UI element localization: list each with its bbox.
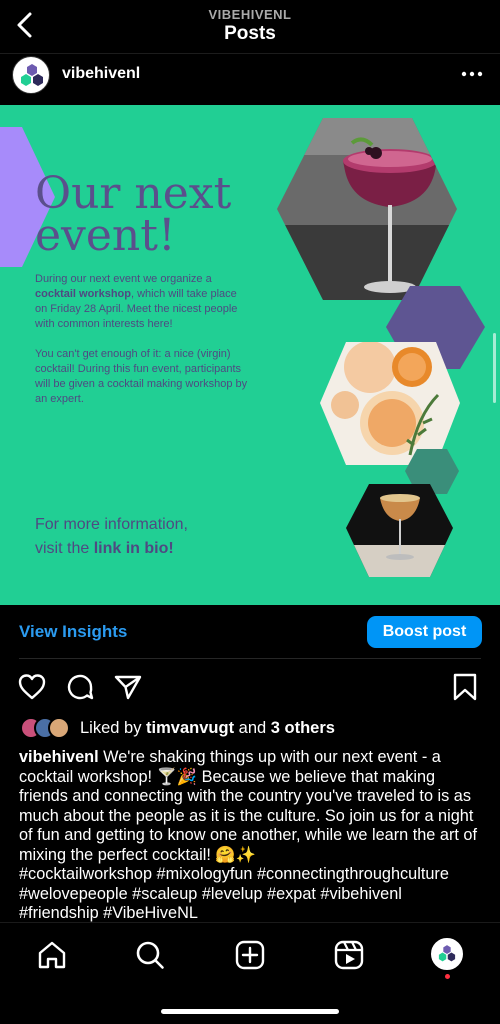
more-info-text: For more information, visit the link in … xyxy=(35,516,188,557)
notification-dot xyxy=(445,974,450,979)
heart-icon[interactable] xyxy=(17,672,47,702)
insights-row: View Insights Boost post xyxy=(0,606,500,658)
liker-avatars[interactable] xyxy=(20,717,76,739)
divider xyxy=(19,658,481,659)
create-icon[interactable] xyxy=(234,939,266,971)
home-indicator xyxy=(161,1009,339,1014)
post-actions xyxy=(0,670,500,706)
post-image[interactable]: Our next event! During our next event we… xyxy=(0,105,500,605)
post-header: vibehivenl xyxy=(0,54,500,104)
home-icon[interactable] xyxy=(36,939,68,971)
header-username: VIBEHIVENL xyxy=(208,7,292,22)
profile-avatar[interactable] xyxy=(431,938,463,970)
bottom-nav xyxy=(0,922,500,1024)
account-name[interactable]: vibehivenl xyxy=(62,65,140,83)
event-title: Our next event! xyxy=(35,168,232,261)
likes-text[interactable]: Liked by timvanvugt and 3 others xyxy=(80,719,335,738)
search-icon[interactable] xyxy=(134,939,166,971)
comment-icon[interactable] xyxy=(65,672,95,702)
cocktail-photo-3 xyxy=(346,484,453,577)
avatar[interactable] xyxy=(12,56,50,94)
cocktail-photo-1 xyxy=(277,118,457,300)
vibehive-logo xyxy=(21,64,43,86)
avatar xyxy=(48,717,70,739)
caption-hashtags[interactable]: #cocktailworkshop #mixologyfun #connecti… xyxy=(19,865,481,922)
bookmark-icon[interactable] xyxy=(450,672,480,702)
view-insights-link[interactable]: View Insights xyxy=(19,622,127,642)
caption-username[interactable]: vibehivenl xyxy=(19,748,99,766)
more-dots-icon[interactable] xyxy=(460,62,484,86)
vibehive-logo xyxy=(438,945,456,962)
top-bar: VIBEHIVENL Posts xyxy=(0,0,500,52)
boost-post-button[interactable]: Boost post xyxy=(367,616,482,648)
event-description: During our next event we organize a cock… xyxy=(35,273,248,405)
reels-icon[interactable] xyxy=(333,939,365,971)
scroll-indicator xyxy=(493,333,496,403)
send-icon[interactable] xyxy=(113,672,143,702)
page-title: Posts xyxy=(224,23,276,44)
likes-row: Liked by timvanvugt and 3 others xyxy=(0,714,500,742)
post-caption: vibehivenl We're shaking things up with … xyxy=(19,748,481,922)
